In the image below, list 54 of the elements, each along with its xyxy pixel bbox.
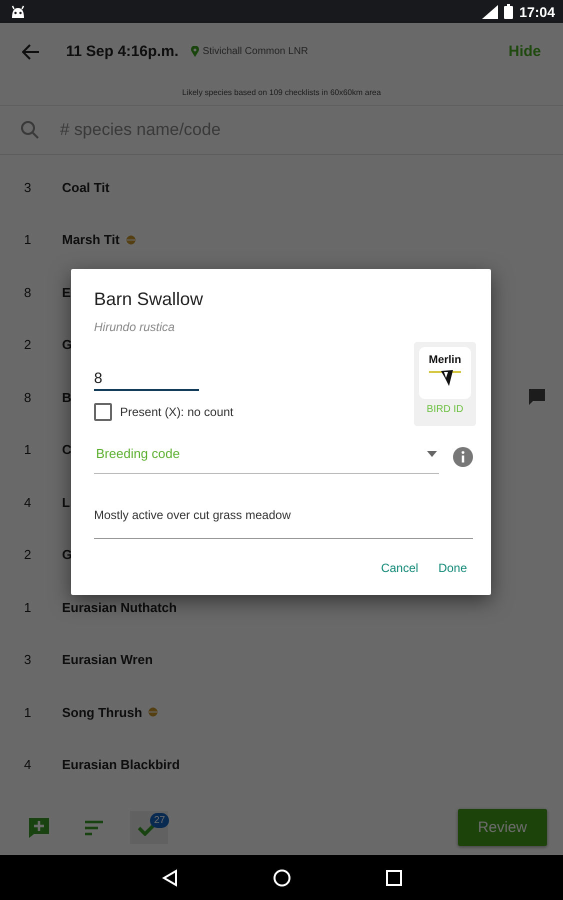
breeding-code-dropdown[interactable]: Breeding code [94, 440, 439, 474]
dropdown-caret-icon [427, 450, 437, 456]
species-count: 1 [24, 442, 32, 458]
battery-icon [504, 4, 514, 19]
species-name[interactable]: L [62, 494, 70, 510]
location-name: Stivichall Common LNR [202, 46, 308, 57]
sort-icon [84, 820, 104, 836]
species-count: 4 [24, 757, 32, 772]
signal-icon [482, 4, 498, 18]
species-count: 8 [24, 284, 32, 300]
present-checkbox[interactable] [94, 403, 112, 421]
home-icon[interactable] [272, 868, 290, 886]
species-name[interactable]: C [62, 442, 72, 458]
search-icon [20, 120, 40, 140]
comment-icon[interactable] [529, 389, 545, 406]
species-count: 3 [24, 652, 32, 668]
species-name[interactable]: G [62, 547, 72, 562]
back-arrow-icon[interactable] [22, 44, 40, 60]
species-name[interactable]: E [62, 284, 71, 300]
comment-field[interactable]: Mostly active over cut grass meadow [94, 498, 473, 539]
review-button[interactable]: Review [458, 809, 547, 846]
species-name[interactable]: G [62, 337, 72, 352]
species-count: 2 [24, 337, 32, 352]
species-count: 8 [24, 390, 32, 405]
species-name[interactable]: B [62, 390, 72, 405]
location-pin-icon [190, 46, 199, 57]
species-name[interactable]: Eurasian Wren [62, 652, 153, 668]
species-count: 4 [24, 494, 32, 510]
species-count: 3 [24, 180, 32, 195]
cancel-button[interactable]: Cancel [374, 555, 424, 581]
species-name[interactable]: Song Thrush [62, 704, 142, 720]
recents-icon[interactable] [386, 870, 402, 886]
clock-time: 17:04 [519, 4, 555, 20]
android-icon [10, 4, 26, 18]
species-name[interactable]: Coal Tit [62, 180, 110, 195]
merlin-bird-id-button[interactable]: Merlin BIRD ID [414, 342, 476, 426]
add-comment-icon [28, 816, 50, 838]
dialog-title: Barn Swallow [94, 289, 204, 310]
scientific-name: Hirundo rustica [94, 320, 175, 334]
species-count: 2 [24, 547, 32, 562]
species-name[interactable]: Marsh Tit [62, 232, 120, 248]
species-name[interactable]: Eurasian Blackbird [62, 757, 180, 772]
info-icon[interactable] [453, 447, 473, 467]
species-name[interactable]: Eurasian Nuthatch [62, 600, 177, 615]
present-label: Present (X): no count [120, 405, 234, 419]
species-count: 1 [24, 232, 32, 248]
likely-species-note: Likely species based on 109 checklists in 60x60km area [182, 88, 381, 97]
checked-species-button[interactable]: 27 [130, 811, 168, 844]
species-count: 1 [24, 704, 32, 720]
checklist-date: 11 Sep 4:16p.m. [66, 43, 179, 60]
done-button[interactable]: Done [432, 555, 473, 581]
hide-button[interactable]: Hide [504, 39, 545, 64]
species-count: 1 [24, 600, 32, 615]
back-icon[interactable] [162, 868, 178, 886]
